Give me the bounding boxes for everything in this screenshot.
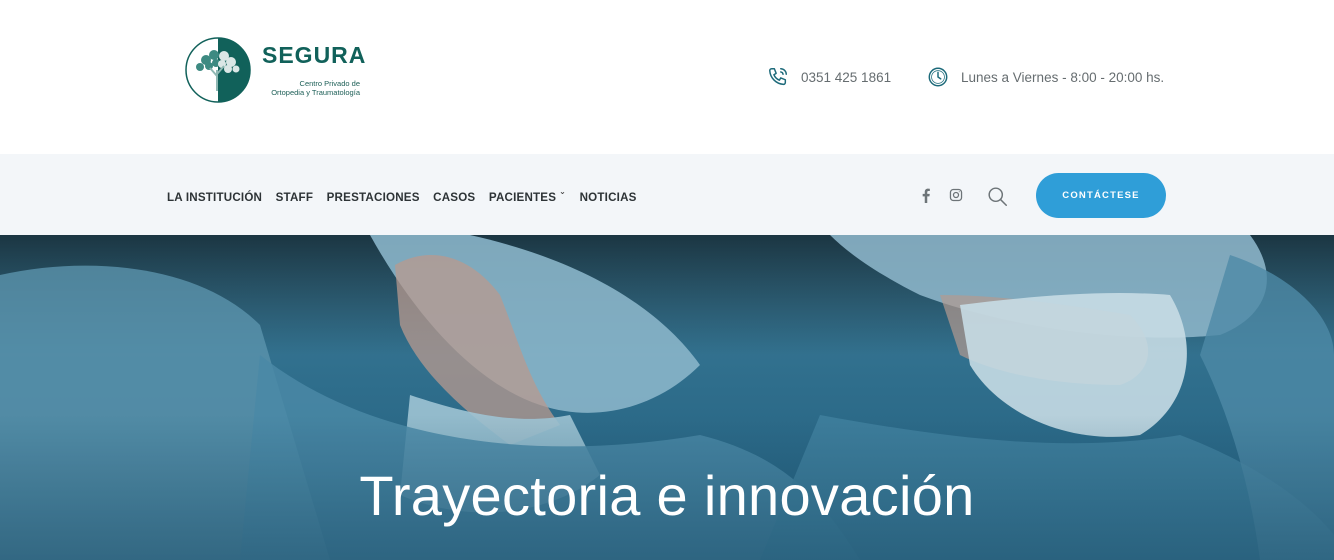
nav-item-label: NOTICIAS [579, 191, 637, 204]
brand-subtitle-line1: Centro Privado de [299, 79, 360, 88]
phone-contact[interactable]: 0351 425 1861 [767, 66, 891, 88]
nav-item-label: PRESTACIONES [326, 191, 420, 204]
nav-item-pacientes[interactable]: PACIENTES ⌄ [488, 187, 566, 204]
nav-item-label: LA INSTITUCIÓN [167, 191, 263, 204]
brand-name: SEGURA [262, 42, 367, 68]
facebook-icon[interactable] [916, 185, 936, 205]
nav-item-staff[interactable]: STAFF [276, 191, 314, 204]
main-navbar: LA INSTITUCIÓN STAFF PRESTACIONES CASOS … [0, 154, 1334, 235]
contact-button[interactable]: CONTÁCTESE [1036, 173, 1166, 218]
instagram-icon[interactable] [946, 185, 966, 205]
brand-subtitle-line2: Ortopedia y Traumatología [271, 88, 360, 97]
opening-hours: Lunes a Viernes - 8:00 - 20:00 hs. [961, 69, 1165, 85]
logo-tree-icon [185, 37, 251, 103]
brand-subtitle: Centro Privado de Ortopedia y Traumatolo… [246, 79, 360, 97]
nav-item-prestaciones[interactable]: PRESTACIONES [327, 191, 420, 204]
main-menu: LA INSTITUCIÓN STAFF PRESTACIONES CASOS … [167, 187, 650, 204]
hero-title: Trayectoria e innovación [359, 464, 975, 527]
hero-banner: Trayectoria e innovación [0, 235, 1334, 560]
logo[interactable]: SEGURA Centro Privado de Ortopedia y Tra… [184, 36, 374, 106]
chevron-down-icon: ⌄ [559, 187, 567, 196]
phone-icon [769, 68, 787, 86]
nav-item-label: PACIENTES [488, 191, 557, 204]
nav-item-noticias[interactable]: NOTICIAS [580, 191, 637, 204]
nav-item-label: STAFF [275, 191, 314, 204]
clock-icon [928, 67, 948, 87]
nav-item-casos[interactable]: CASOS [433, 191, 475, 204]
search-icon[interactable] [986, 185, 1008, 207]
nav-item-institucion[interactable]: LA INSTITUCIÓN [167, 191, 262, 204]
nav-item-label: CASOS [433, 191, 476, 204]
phone-number: 0351 425 1861 [801, 69, 892, 85]
hours-info: Lunes a Viernes - 8:00 - 20:00 hs. [927, 66, 1164, 88]
top-header: SEGURA Centro Privado de Ortopedia y Tra… [0, 0, 1334, 154]
